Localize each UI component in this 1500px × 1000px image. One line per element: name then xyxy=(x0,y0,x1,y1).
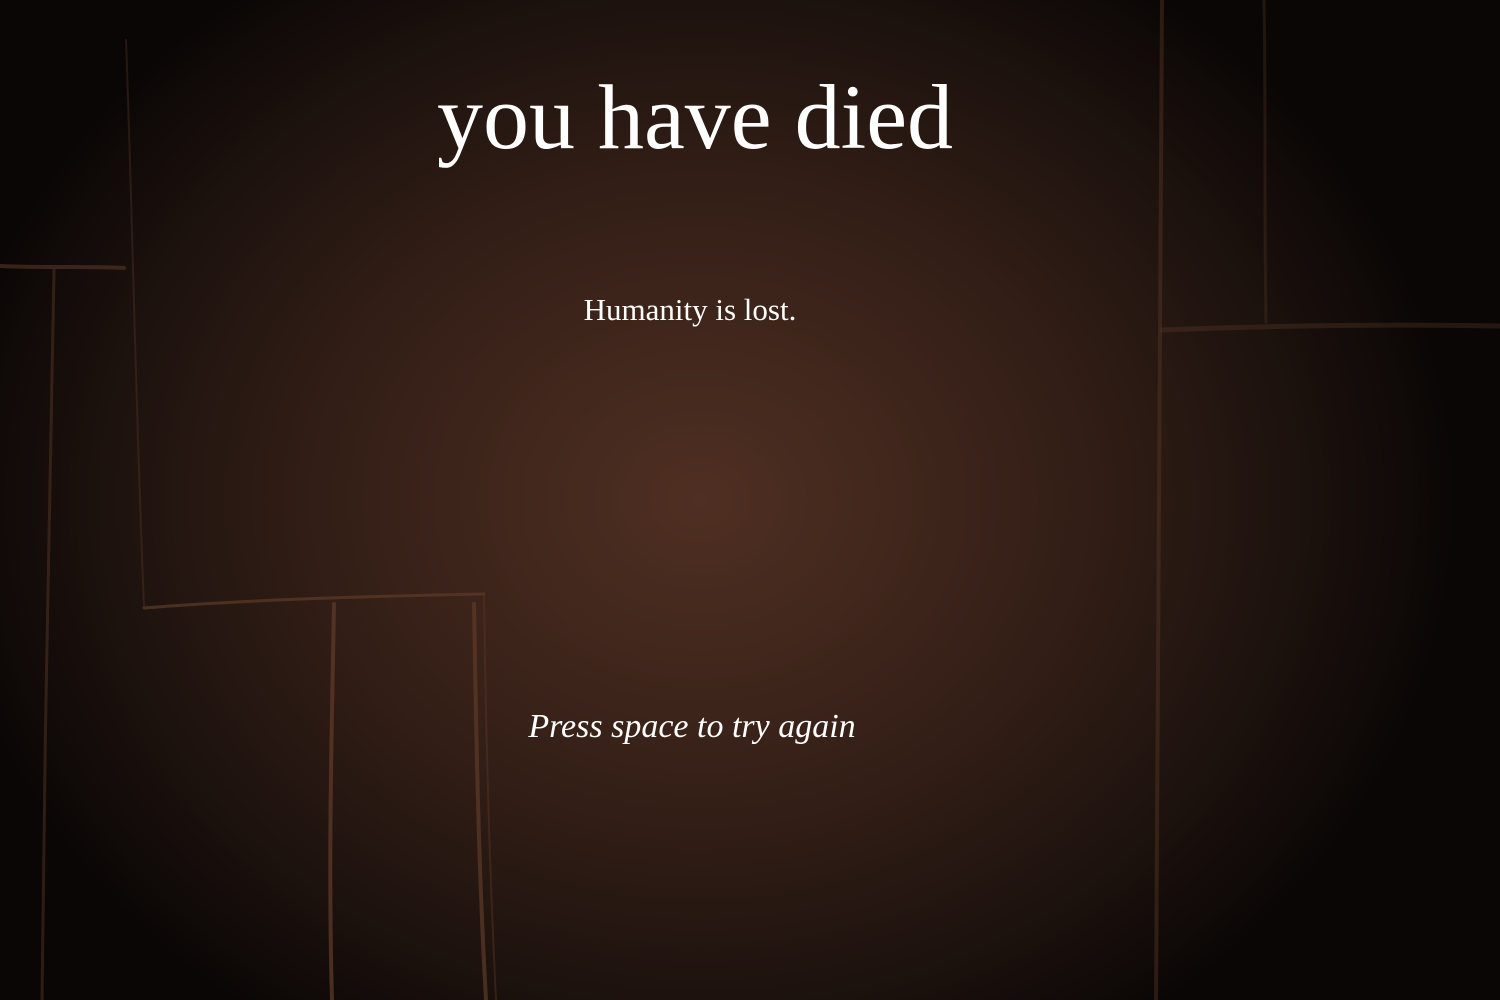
scratch-line xyxy=(328,602,336,1000)
retry-prompt[interactable]: Press space to try again xyxy=(0,706,1384,748)
game-over-screen: you have died Humanity is lost. Press sp… xyxy=(0,0,1500,1000)
scratch-line xyxy=(0,264,126,270)
scratch-line xyxy=(40,268,56,1000)
scratch-line xyxy=(483,595,497,1000)
game-over-title: you have died xyxy=(436,66,954,168)
game-over-message: Humanity is lost. xyxy=(583,292,797,327)
scratch-line xyxy=(142,592,486,610)
